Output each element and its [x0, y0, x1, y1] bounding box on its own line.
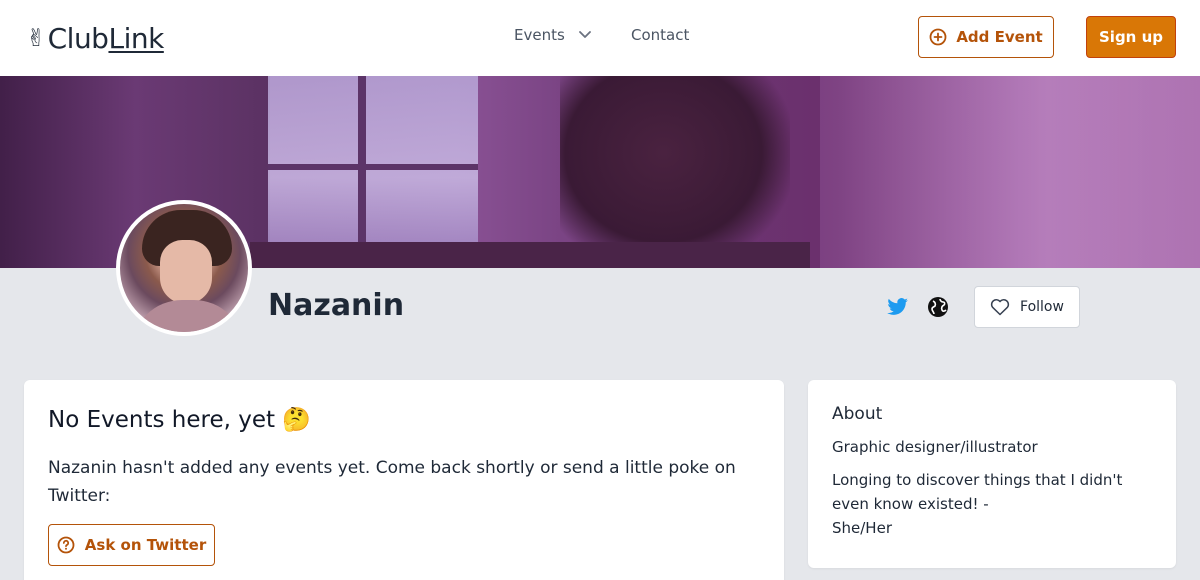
nav-events-label: Events [514, 26, 565, 44]
sign-up-button[interactable]: Sign up [1086, 16, 1176, 58]
top-navbar: ✌ Club Link Events Contact Add Event Sign… [0, 0, 1200, 76]
events-empty-title: No Events here, yet 🤔 [48, 406, 311, 433]
follow-label: Follow [1020, 299, 1064, 315]
events-title-text: No Events here, yet [48, 407, 276, 433]
nav-contact-link[interactable]: Contact [631, 26, 689, 44]
follow-button[interactable]: Follow [974, 286, 1080, 328]
question-circle-icon [57, 536, 75, 554]
add-event-button[interactable]: Add Event [918, 16, 1054, 58]
globe-icon[interactable] [927, 296, 949, 318]
twitter-icon[interactable] [887, 296, 909, 318]
chevron-down-icon [578, 31, 591, 39]
add-event-label: Add Event [956, 28, 1043, 46]
about-card: About Graphic designer/illustrator Longi… [808, 380, 1176, 568]
logo-text-link: Link [108, 21, 164, 55]
clublink-logo[interactable]: ✌ Club Link [26, 20, 164, 56]
avatar [116, 200, 252, 336]
events-card: No Events here, yet 🤔 Nazanin hasn't add… [24, 380, 784, 580]
about-bio: Longing to discover things that I didn't… [832, 471, 1123, 537]
profile-name: Nazanin [268, 288, 405, 323]
nav-events-dropdown[interactable]: Events [514, 26, 591, 44]
events-empty-message: Nazanin hasn't added any events yet. Com… [48, 458, 736, 506]
plus-circle-icon [929, 28, 947, 46]
thinking-face-icon: 🤔 [282, 407, 311, 433]
ask-on-twitter-button[interactable]: Ask on Twitter [48, 524, 215, 566]
about-role: Graphic designer/illustrator [832, 438, 1038, 456]
about-heading: About [832, 404, 883, 424]
victory-hand-icon: ✌ [26, 24, 46, 52]
logo-text-club: Club [47, 21, 109, 55]
ask-on-twitter-label: Ask on Twitter [84, 536, 207, 554]
heart-icon [990, 298, 1010, 316]
